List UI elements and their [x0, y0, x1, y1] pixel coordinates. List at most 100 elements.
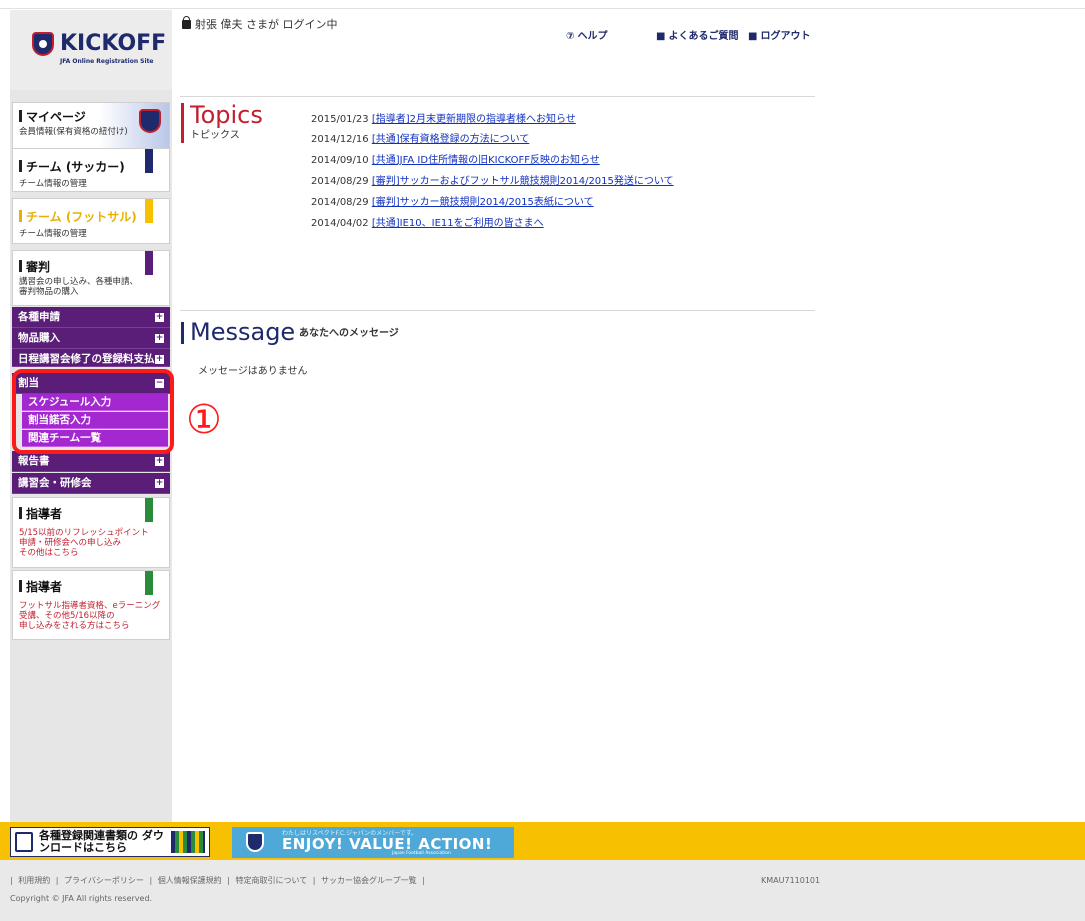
topics-accent-bar [181, 103, 184, 143]
copyright: Copyright © JFA All rights reserved. [10, 894, 153, 903]
lock-icon: ■ [748, 31, 758, 42]
referee-title: 審判 [19, 259, 50, 275]
footer-link-group[interactable]: サッカー協会グループ一覧 [321, 876, 417, 885]
menu-label: 日程講習会修了の登録料支払 [18, 353, 155, 365]
respect-fc-banner[interactable]: わたしはリスペクトF.C.ジャパンのメンバーです。 ENJOY! VALUE! … [232, 827, 514, 858]
coach1-subtitle-1: 5/15以前のリフレッシュポイント [19, 528, 149, 538]
menu-item-applications[interactable]: 各種申請 + [12, 307, 170, 328]
link-separator: | [227, 876, 230, 885]
faq-label: よくあるご質問 [668, 31, 739, 42]
topic-item: 2015/01/23 [指導者]2月末更新期限の指導者様へお知らせ [311, 113, 576, 126]
blue-flag-icon [145, 149, 153, 173]
menu-label: 物品購入 [18, 332, 60, 344]
jfa-crest-icon [32, 32, 54, 56]
respect-association: Japan Football Association [392, 851, 451, 856]
faq-link[interactable]: ■ よくあるご質問 [656, 31, 738, 43]
footer-link-personal-info[interactable]: 個人情報保護規約 [158, 876, 222, 885]
section-divider [180, 310, 815, 311]
topic-link[interactable]: [審判]サッカーおよびフットサル競技規則2014/2015発送について [372, 176, 674, 187]
respect-slogan: ENJOY! VALUE! ACTION! [282, 835, 493, 853]
document-download-icon [15, 832, 33, 852]
coach1-subtitle-2: 申請・研修会への申し込み [19, 538, 122, 548]
team-soccer-subtitle: チーム情報の管理 [19, 179, 87, 189]
referee-subtitle-1: 講習会の申し込み、各種申請、 [19, 277, 139, 287]
coach1-title: 指導者 [19, 506, 62, 522]
jfa-badge-icon [139, 109, 161, 133]
link-separator: | [312, 876, 316, 885]
mypage-subtitle: 会員情報(保有資格の紐付け) [19, 127, 128, 137]
team-futsal-subtitle: チーム情報の管理 [19, 229, 87, 239]
page-code: KMAU7110101 [761, 876, 821, 885]
menu-item-seminars[interactable]: 講習会・研修会 + [12, 473, 170, 494]
footer-bottom [0, 860, 1085, 921]
footer-link-commerce[interactable]: 特定商取引について [235, 876, 307, 885]
logo-subtitle: JFA Online Registration Site [60, 58, 154, 65]
message-title: Message [190, 318, 296, 346]
sidebar-mypage[interactable]: マイページ 会員情報(保有資格の紐付け) [12, 102, 170, 150]
purple-flag-icon [145, 251, 153, 275]
footer-links: | 利用規約 | プライバシーポリシー | 個人情報保護規約 | 特定商取引につ… [10, 876, 428, 886]
green-flag-icon [145, 571, 153, 595]
mypage-title: マイページ [19, 109, 86, 125]
menu-item-purchase[interactable]: 物品購入 + [12, 328, 170, 349]
topic-link[interactable]: [共通]IE10、IE11をご利用の皆さまへ [372, 218, 544, 229]
message-subtitle: あなたへのメッセージ [299, 328, 399, 339]
topics-title: Topics [190, 101, 263, 129]
logo-text: KICKOFF [60, 31, 167, 56]
sidebar-coach-2[interactable]: 指導者 フットサル指導者資格、eラーニング 受講、その他5/16以降の 申し込み… [12, 570, 170, 640]
help-icon: ⑦ [566, 31, 575, 42]
expand-icon[interactable]: + [155, 355, 164, 364]
topic-link[interactable]: [共通]保有資格登録の方法について [372, 134, 530, 145]
coach2-subtitle-2: 受講、その他5/16以降の [19, 611, 115, 621]
coach2-title: 指導者 [19, 579, 62, 595]
topic-link[interactable]: [指導者]2月末更新期限の指導者様へお知らせ [372, 114, 576, 125]
sidebar-referee[interactable]: 審判 講習会の申し込み、各種申請、 審判物品の購入 [12, 250, 170, 306]
link-separator: | [55, 876, 59, 885]
link-separator: | [10, 876, 13, 885]
help-link[interactable]: ⑦ ヘルプ [566, 31, 607, 43]
topic-date: 2014/08/29 [311, 176, 369, 187]
login-status-text: 射張 偉夫 さまが ログイン中 [195, 18, 338, 31]
help-label: ヘルプ [577, 31, 608, 42]
expand-icon[interactable]: + [155, 457, 164, 466]
topic-item: 2014/09/10 [共通]JFA ID住所情報の旧KICKOFF反映のお知ら… [311, 154, 600, 167]
topic-item: 2014/08/29 [審判]サッカー競技規則2014/2015表紙について [311, 196, 594, 209]
expand-icon[interactable]: + [155, 479, 164, 488]
jfa-crest-icon [246, 832, 264, 852]
topics-subtitle: トピックス [190, 130, 240, 141]
topic-link[interactable]: [審判]サッカー競技規則2014/2015表紙について [372, 197, 594, 208]
topic-date: 2015/01/23 [311, 114, 369, 125]
topic-date: 2014/12/16 [311, 134, 369, 145]
menu-label: 講習会・研修会 [18, 477, 92, 489]
yellow-flag-icon [145, 199, 153, 223]
site-logo[interactable]: KICKOFF JFA Online Registration Site [10, 10, 172, 90]
footer-link-terms[interactable]: 利用規約 [18, 876, 50, 885]
topic-date: 2014/09/10 [311, 155, 369, 166]
download-documents-banner[interactable]: 各種登録関連書類の ダウンロードはこちら [10, 827, 210, 857]
referee-subtitle-2: 審判物品の購入 [19, 287, 79, 297]
sidebar-coach-1[interactable]: 指導者 5/15以前のリフレッシュポイント 申請・研修会への申し込み その他はこ… [12, 497, 170, 568]
topic-item: 2014/12/16 [共通]保有資格登録の方法について [311, 133, 529, 146]
topic-item: 2014/04/02 [共通]IE10、IE11をご利用の皆さまへ [311, 217, 544, 230]
menu-item-fee-payment[interactable]: 日程講習会修了の登録料支払 + [12, 349, 170, 367]
footer-link-privacy[interactable]: プライバシーポリシー [64, 876, 144, 885]
logout-link[interactable]: ■ ログアウト [748, 31, 810, 43]
logout-label: ログアウト [760, 31, 811, 42]
download-banner-text: 各種登録関連書類の ダウンロードはこちら [39, 829, 164, 854]
login-status: 射張 偉夫 さまが ログイン中 [182, 16, 338, 32]
expand-icon[interactable]: + [155, 313, 164, 322]
topic-item: 2014/08/29 [審判]サッカーおよびフットサル競技規則2014/2015… [311, 175, 674, 188]
menu-label: 報告書 [18, 455, 50, 467]
topic-date: 2014/08/29 [311, 197, 369, 208]
message-empty-text: メッセージはありません [198, 366, 308, 377]
expand-icon[interactable]: + [155, 334, 164, 343]
topic-date: 2014/04/02 [311, 218, 369, 229]
sidebar-team-soccer[interactable]: チーム (サッカー) チーム情報の管理 [12, 148, 170, 192]
coach1-subtitle-3: その他はこちら [19, 548, 79, 558]
coach2-subtitle-3: 申し込みをされる方はこちら [19, 621, 130, 631]
header-divider [180, 96, 815, 97]
topic-link[interactable]: [共通]JFA ID住所情報の旧KICKOFF反映のお知らせ [372, 155, 600, 166]
green-flag-icon [145, 498, 153, 522]
sidebar-team-futsal[interactable]: チーム (フットサル) チーム情報の管理 [12, 198, 170, 244]
menu-item-report[interactable]: 報告書 + [12, 451, 170, 472]
